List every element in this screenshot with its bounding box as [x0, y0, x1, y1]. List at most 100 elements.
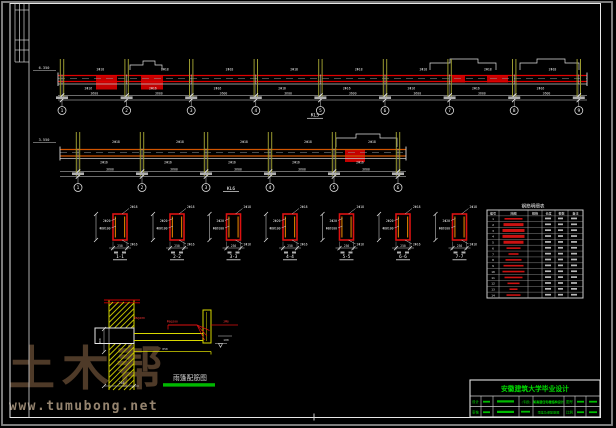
rebar-table-rownum: 11 [491, 276, 495, 280]
axis-bubble-number: 6 [384, 108, 387, 114]
span-dimension: 3600 [298, 167, 306, 171]
canopy-wall-bar-note: Φ8@200 [134, 316, 145, 320]
section-top-note: 2Φ18 [470, 205, 478, 209]
canopy-title: 雨篷配筋图 [173, 373, 207, 382]
rebar-table-header: 长度 [545, 210, 551, 215]
section-width-dim: 250 [174, 244, 180, 248]
span-dimension: 3600 [543, 91, 551, 95]
rebar-table-rownum: 13 [491, 288, 495, 292]
beam2-label: KL6 [227, 186, 236, 192]
section-bottom-note: 2Φ16 [357, 243, 365, 247]
section-bottom-note: 2Φ16 [300, 243, 308, 247]
span-dimension: 3600 [170, 167, 178, 171]
axis-bubble-number: 3 [190, 108, 193, 114]
section-top-note: 2Φ18 [187, 205, 195, 209]
rebar-note-bottom: 2Φ16 [343, 87, 351, 91]
beam-sections: 2Φ182Φ20Φ8@1002Φ162501-12Φ182Φ20Φ8@1002Φ… [94, 205, 477, 260]
rebar-table-rownum: 10 [491, 270, 495, 274]
rebar-note-top: 2Φ18 [226, 68, 234, 72]
section-detail: 2Φ182Φ20Φ8@1002Φ162507-7 [434, 205, 478, 260]
rebar-note-top: 2Φ18 [161, 68, 169, 72]
rebar-table-rownum: 9 [492, 264, 494, 268]
rebar-table-header: 根数 [558, 210, 564, 215]
section-label: 5-5 [343, 254, 351, 260]
section-detail: 2Φ182Φ20Φ8@1002Φ162506-6 [377, 205, 421, 260]
section-label: 7-7 [456, 254, 464, 260]
section-detail: 2Φ182Φ20Φ8@1002Φ162504-4 [264, 205, 308, 260]
axis-bubble-number: 4 [269, 185, 272, 191]
section-left-note: 2Φ20 [160, 219, 168, 223]
canopy-beam-depth-dim: 360 [98, 338, 102, 344]
rebar-table-rownum: 2 [492, 223, 494, 227]
rebar-note-bottom: 2Φ16 [356, 161, 364, 165]
section-detail: 2Φ182Φ20Φ8@1002Φ162502-2 [151, 205, 195, 260]
rebar-table-rownum: 6 [492, 246, 494, 250]
cad-sheet: 土木帮 www.tumubong.net [0, 0, 616, 428]
rebar-table-header: 编号 [490, 210, 496, 215]
rebar-table-rownum: 3 [492, 229, 494, 233]
section-bottom-note: 2Φ16 [130, 243, 138, 247]
rebar-table-rownum: 12 [491, 282, 495, 286]
axis-bubble-number: 5 [333, 185, 336, 191]
axis-bubble-number: 3 [205, 185, 208, 191]
section-width-dim: 250 [117, 244, 123, 248]
beam2-elevation: 3.550 [39, 138, 50, 142]
rebar-note-top: 2Φ18 [549, 68, 557, 72]
axis-bubble-number: 1 [61, 108, 64, 114]
span-dimension: 3600 [284, 91, 292, 95]
rebar-note-bottom: 2Φ16 [164, 161, 172, 165]
section-width-dim: 250 [231, 244, 237, 248]
section-top-note: 2Φ18 [413, 205, 421, 209]
rebar-table-rownum: 14 [491, 293, 495, 297]
canopy-tip-dim: 100 [223, 338, 229, 342]
section-detail: 2Φ182Φ20Φ8@1002Φ162503-3 [208, 205, 252, 260]
rebar-note-top: 2Φ18 [290, 68, 298, 72]
titleblock-field-drawing-no: 图号 [566, 399, 573, 404]
canopy-wall-width-dim: 240 [119, 381, 125, 385]
section-left-note: 2Φ20 [443, 219, 451, 223]
span-dimension: 3600 [90, 91, 98, 95]
beam1-extras: KL5 6.350 [33, 59, 579, 119]
beam1-elevation: 12345678936002Φ182Φ1636002Φ182Φ1636002Φ1… [56, 59, 587, 115]
section-detail: 2Φ182Φ20Φ8@1002Φ162501-1 [94, 205, 138, 260]
section-left-note: 2Φ20 [330, 219, 338, 223]
section-bottom-note: 2Φ16 [244, 243, 252, 247]
rebar-note-top: 2Φ18 [484, 68, 492, 72]
section-left-note: Φ8@100 [156, 226, 167, 230]
section-left-note: Φ8@100 [213, 226, 224, 230]
rebar-note-bottom: 2Φ16 [214, 87, 222, 91]
rebar-note-bottom: 2Φ16 [149, 87, 157, 91]
canopy-dist-bar-note: 2Φ8 [223, 319, 229, 323]
sheet-margin-grid [15, 4, 29, 63]
axis-bubble-number: 4 [254, 108, 257, 114]
titleblock-drawing-name: 雨篷及梁配筋图 [538, 409, 560, 414]
span-dimension: 3600 [478, 91, 486, 95]
rebar-table-rownum: 4 [492, 235, 494, 239]
rebar-note-bottom: 2Φ16 [278, 87, 286, 91]
section-width-dim: 250 [457, 244, 463, 248]
span-dimension: 3600 [234, 167, 242, 171]
titleblock-school: 安徽建筑大学毕业设计 [501, 384, 569, 393]
section-detail: 2Φ182Φ20Φ8@1002Φ162505-5 [321, 205, 365, 260]
canopy-title-underline [163, 383, 215, 386]
span-dimension: 3600 [362, 167, 370, 171]
titleblock-topic: (专题) [521, 399, 531, 404]
rebar-note-top: 2Φ18 [240, 140, 248, 144]
section-left-note: Φ8@100 [326, 226, 337, 230]
section-bottom-note: 2Φ16 [187, 243, 195, 247]
section-width-dim: 250 [287, 244, 293, 248]
axis-bubble-number: 1 [77, 185, 80, 191]
rebar-note-bottom: 2Φ16 [407, 87, 415, 91]
titleblock-project: 某高层住宅楼结构设计 [533, 399, 565, 404]
rebar-table-rownum: 8 [492, 258, 494, 262]
span-dimension: 3600 [220, 91, 228, 95]
section-top-note: 2Φ18 [300, 205, 308, 209]
rebar-note-bottom: 2Φ16 [292, 161, 300, 165]
section-left-note: 2Φ20 [217, 219, 225, 223]
section-label: 3-3 [230, 254, 238, 260]
rebar-table-header: 规格 [532, 210, 539, 215]
rebar-note-bottom: 2Φ16 [472, 87, 480, 91]
titleblock-field-design: 设计 [472, 399, 479, 404]
span-dimension: 3600 [349, 91, 357, 95]
section-label: 4-4 [286, 254, 294, 260]
